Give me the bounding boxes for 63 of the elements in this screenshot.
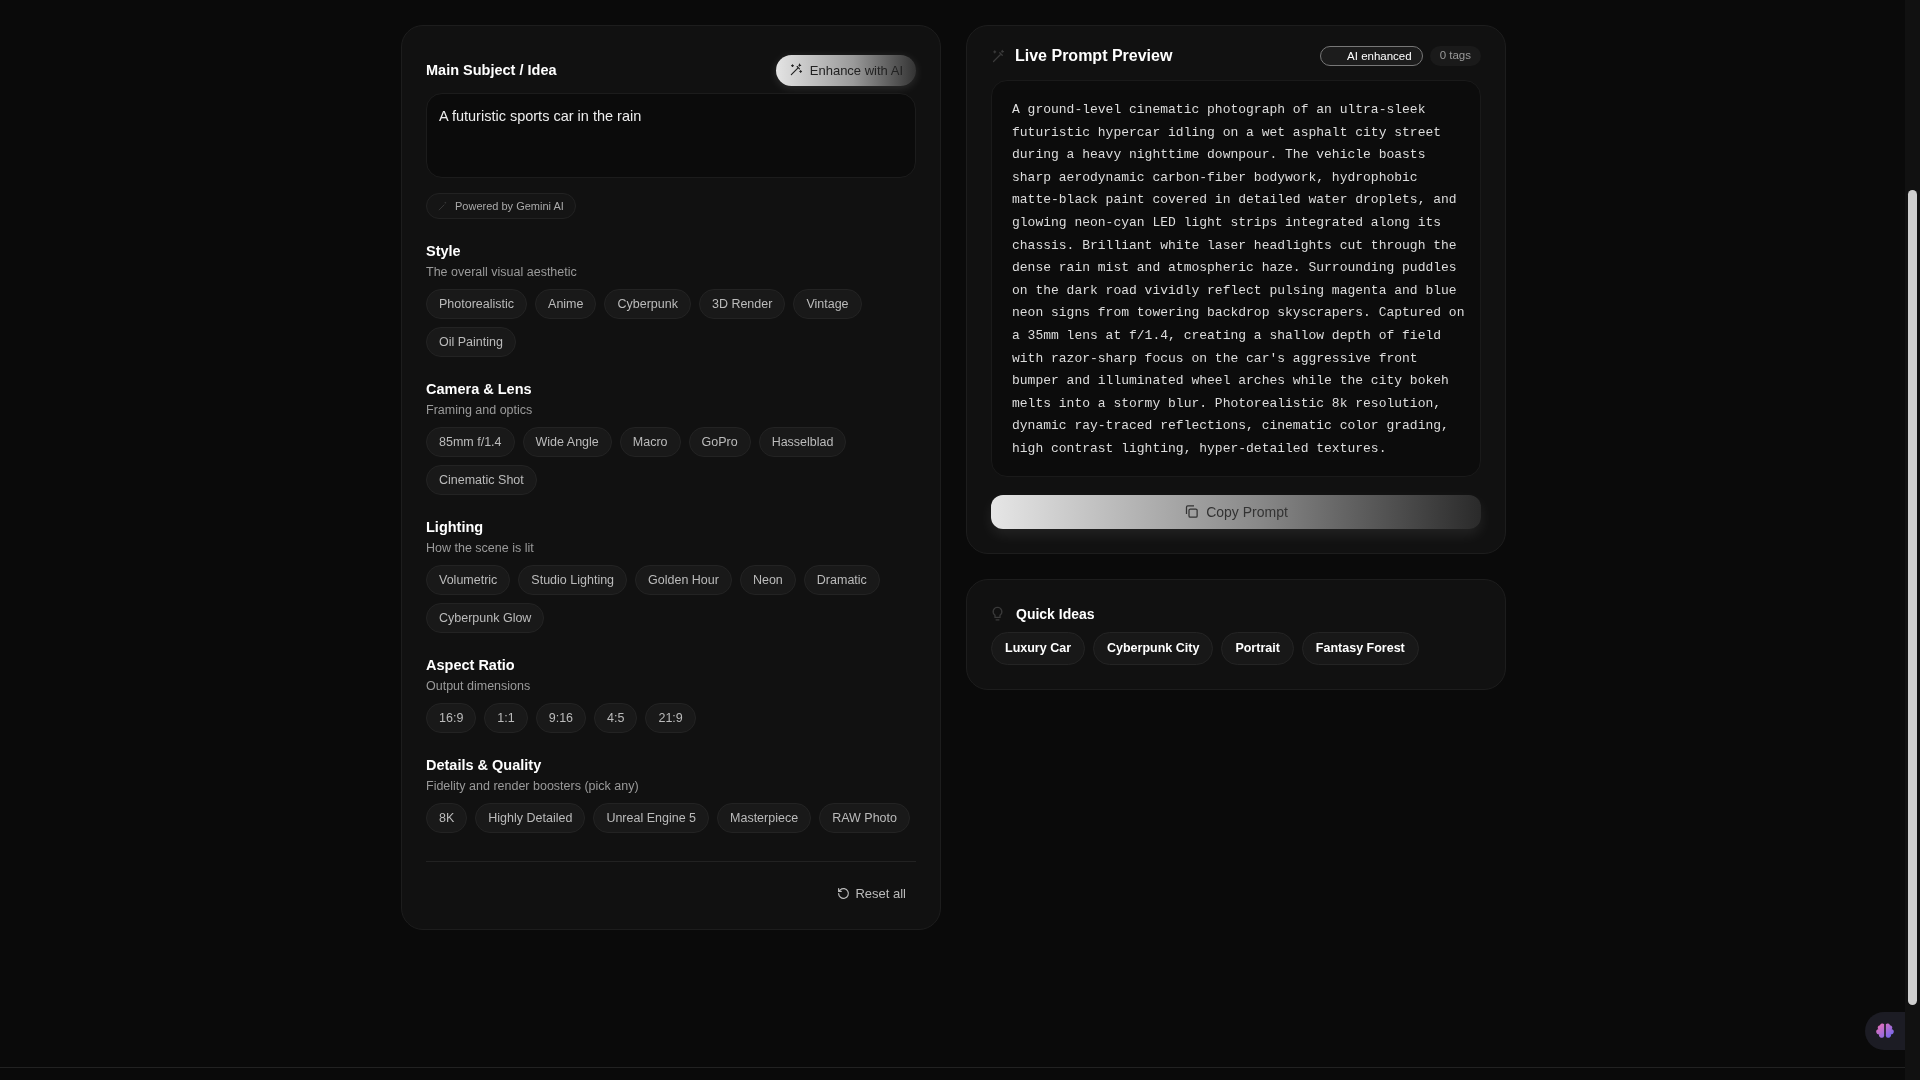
ai-enhanced-badge: AI enhanced [1320, 46, 1423, 66]
section-subtitle: Framing and optics [426, 403, 534, 417]
option-chip[interactable]: Cinematic Shot [426, 465, 537, 495]
option-chip[interactable]: Highly Detailed [475, 803, 586, 833]
powered-by-badge: Powered by Gemini AI [426, 193, 576, 219]
brain-icon [1875, 1021, 1895, 1041]
option-chip[interactable]: RAW Photo [819, 803, 910, 833]
tag-count-badge: 0 tags [1429, 46, 1481, 66]
magic-wand-icon [991, 48, 1006, 64]
copy-icon [1184, 504, 1200, 519]
option-chip[interactable]: 8K [426, 803, 468, 833]
option-chip[interactable]: Dramatic [803, 565, 880, 595]
option-chip[interactable]: Macro [619, 427, 681, 457]
option-chip[interactable]: 16:9 [426, 703, 477, 733]
field-label: Main Subject / Idea [426, 62, 557, 78]
section-title: Lighting [426, 519, 485, 535]
option-chip[interactable]: Wide Angle [522, 427, 612, 457]
section-title: Camera & Lens [426, 381, 533, 397]
brain-button[interactable] [1865, 1012, 1905, 1050]
subject-input[interactable]: A futuristic sports car in the rain [426, 93, 916, 178]
option-chip[interactable]: Masterpiece [717, 803, 812, 833]
section-subtitle: How the scene is lit [426, 541, 535, 555]
option-chip[interactable]: 4:5 [594, 703, 638, 733]
option-chip[interactable]: Volumetric [426, 565, 511, 595]
section-subtitle: Output dimensions [426, 679, 532, 693]
quick-idea-chip[interactable]: Cyberpunk City [1093, 631, 1214, 665]
lightbulb-icon [991, 606, 1004, 621]
option-chip[interactable]: Hasselblad [758, 427, 847, 457]
section-title: Aspect Ratio [426, 657, 516, 673]
option-chip[interactable]: Cyberpunk [604, 289, 691, 319]
preview-title: Live Prompt Preview [1015, 47, 1173, 65]
option-chip[interactable]: Golden Hour [635, 565, 732, 595]
option-chip[interactable]: GoPro [688, 427, 751, 457]
option-chip[interactable]: Vintage [793, 289, 862, 319]
section-title: Style [426, 243, 462, 259]
scrollbar-thumb[interactable] [1908, 190, 1917, 1005]
quick-idea-chip[interactable]: Fantasy Forest [1301, 631, 1419, 665]
sparkle-icon [437, 200, 448, 212]
magic-wand-icon [788, 63, 803, 77]
option-chip[interactable]: 1:1 [484, 703, 528, 733]
option-chip[interactable]: 9:16 [535, 703, 587, 733]
option-chip[interactable]: Photorealistic [426, 289, 528, 319]
option-chip[interactable]: Studio Lighting [518, 565, 628, 595]
reset-icon [837, 887, 851, 900]
option-chip[interactable]: Neon [739, 565, 796, 595]
option-chip[interactable]: Oil Painting [426, 327, 516, 357]
copy-prompt-button[interactable]: Copy Prompt [991, 494, 1481, 529]
reset-button[interactable]: Reset all [827, 882, 916, 905]
option-chip[interactable]: 3D Render [698, 289, 786, 319]
section-title: Details & Quality [426, 757, 543, 773]
option-chip[interactable]: 21:9 [645, 703, 696, 733]
quick-ideas-title: Quick Ideas [1016, 605, 1095, 622]
option-chip[interactable]: 85mm f/1.4 [426, 427, 515, 457]
scrollbar[interactable] [1905, 0, 1920, 1080]
quick-idea-chip[interactable]: Luxury Car [991, 631, 1085, 665]
section-subtitle: The overall visual aesthetic [426, 265, 578, 279]
enhance-button[interactable]: Enhance with AI [775, 54, 916, 86]
option-chip[interactable]: Unreal Engine 5 [593, 803, 710, 833]
option-chip[interactable]: Anime [535, 289, 597, 319]
prompt-text: A ground-level cinematic photograph of an ultra-sleek futuristic hypercar idling on a wet asphalt city street during a heavy nighttime downpour. The vehicle boasts sharp aerodynamic carbon-fiber bodywork, hydrophobic matte-black paint covered in detailed water droplets, and glowing neon-cyan LED light strips integrated along its chassis. Brilliant white laser headlights cut through the dense rain mist and atmospheric haze. Surrounding puddles on the dark road vividly reflect pulsing magenta and blue neon signs from towering backdrop skyscrapers. Captured on a 35mm lens at f/1.4, creating a shallow depth of field with razor-sharp focus on the car's aggressive front bumper and illuminated wheel arches while the city bokeh melts into a stormy blur. Photorealistic 8k resolution, dynamic ray-traced reflections, cinematic color grading, high contrast lighting, hyper-detailed textures. [1012, 101, 1466, 458]
section-subtitle: Fidelity and render boosters (pick any) [426, 779, 640, 793]
option-chip[interactable]: Cyberpunk Glow [426, 603, 545, 633]
quick-idea-chip[interactable]: Portrait [1221, 631, 1294, 665]
